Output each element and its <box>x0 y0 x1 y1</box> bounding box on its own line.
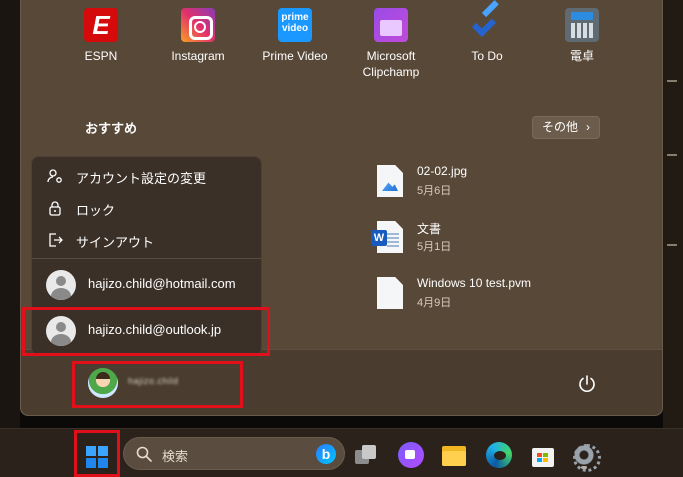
windows-logo-icon <box>86 446 108 468</box>
pinned-app-label: To Do <box>471 49 503 63</box>
desktop-edge-mark <box>667 154 677 156</box>
lock-item[interactable]: ロック <box>32 194 261 222</box>
pinned-app-prime-video[interactable]: Prime Video <box>247 8 343 64</box>
desktop-background-left <box>0 0 20 428</box>
account-settings-icon <box>47 169 62 183</box>
todo-icon <box>470 8 504 42</box>
lock-label: ロック <box>76 203 116 218</box>
pinned-app-label: Microsoft Clipchamp <box>362 49 420 79</box>
sign-out-icon <box>49 233 63 247</box>
recommended-item-name: Windows 10 test.pvm <box>417 276 532 290</box>
recommended-item-name: 文書 <box>417 222 442 236</box>
word-badge-icon: W <box>371 230 387 246</box>
account-row-outlook[interactable]: hajizo.child@outlook.jp <box>32 309 261 351</box>
clipchamp-icon <box>374 8 408 42</box>
image-file-icon <box>377 165 403 197</box>
sign-out-label: サインアウト <box>76 235 155 250</box>
desktop-background-right <box>663 0 683 428</box>
start-button[interactable] <box>80 440 114 474</box>
pinned-app-clipchamp[interactable]: Microsoft Clipchamp <box>343 8 439 80</box>
desktop-edge-mark <box>667 244 677 246</box>
recommended-item-date: 5月6日 <box>417 185 452 197</box>
lock-icon <box>49 201 61 216</box>
recommended-item[interactable]: Windows 10 test.pvm 4月9日 <box>377 274 627 314</box>
edge-icon[interactable] <box>486 442 512 468</box>
recommended-item[interactable]: 02-02.jpg 5月6日 <box>377 162 627 202</box>
search-placeholder: 検索 <box>162 449 189 464</box>
more-button-label: その他 <box>542 120 579 134</box>
power-button[interactable] <box>576 373 598 395</box>
account-flyout: アカウント設定の変更 ロック サインアウト hajizo.child@hotma… <box>31 156 262 356</box>
file-explorer-icon[interactable] <box>441 442 467 468</box>
recommended-item-name: 02-02.jpg <box>417 164 468 178</box>
account-row-hotmail[interactable]: hajizo.child@hotmail.com <box>32 263 261 305</box>
bing-icon <box>316 444 336 464</box>
search-icon <box>136 446 152 462</box>
pinned-app-espn[interactable]: ESPN <box>53 8 149 64</box>
user-avatar <box>88 368 118 398</box>
pinned-app-label: ESPN <box>84 49 118 63</box>
taskbar-search[interactable]: 検索 <box>123 437 345 470</box>
user-account-button[interactable]: hajizo.child <box>80 362 240 406</box>
pinned-app-label: Prime Video <box>262 49 328 63</box>
chevron-right-icon: › <box>586 120 590 134</box>
account-email: hajizo.child@hotmail.com <box>88 276 236 291</box>
pinned-app-calculator[interactable]: 電卓 <box>534 8 630 64</box>
teams-chat-icon[interactable] <box>398 442 424 468</box>
flyout-divider <box>32 258 261 259</box>
task-view-icon[interactable] <box>353 442 379 468</box>
calculator-icon <box>565 8 599 42</box>
more-button[interactable]: その他 › <box>532 116 600 139</box>
user-name: hajizo.child <box>128 376 179 386</box>
desktop-edge-mark <box>667 80 677 82</box>
prime-video-icon <box>278 8 312 42</box>
running-indicator <box>581 466 587 469</box>
account-settings-item[interactable]: アカウント設定の変更 <box>32 162 261 190</box>
sign-out-item[interactable]: サインアウト <box>32 226 261 254</box>
account-avatar-icon <box>46 270 76 300</box>
pinned-app-label: Instagram <box>171 49 225 63</box>
pinned-app-todo[interactable]: To Do <box>439 8 535 64</box>
recommended-item[interactable]: W 文書 5月1日 <box>371 218 627 258</box>
settings-gear-icon[interactable] <box>571 442 601 472</box>
pinned-app-label: 電卓 <box>569 49 594 63</box>
recommended-item-date: 5月1日 <box>417 241 452 253</box>
recommended-title: おすすめ <box>85 121 138 136</box>
account-email: hajizo.child@outlook.jp <box>88 322 222 337</box>
blank-file-icon <box>377 277 403 309</box>
store-icon[interactable] <box>530 442 556 468</box>
account-avatar-icon <box>46 316 76 346</box>
account-settings-label: アカウント設定の変更 <box>76 171 207 186</box>
power-icon <box>579 375 595 392</box>
espn-icon <box>84 8 118 42</box>
pinned-app-instagram[interactable]: Instagram <box>150 8 246 64</box>
instagram-icon <box>181 8 215 42</box>
recommended-item-date: 4月9日 <box>417 297 452 309</box>
taskbar: 検索 <box>0 428 683 477</box>
